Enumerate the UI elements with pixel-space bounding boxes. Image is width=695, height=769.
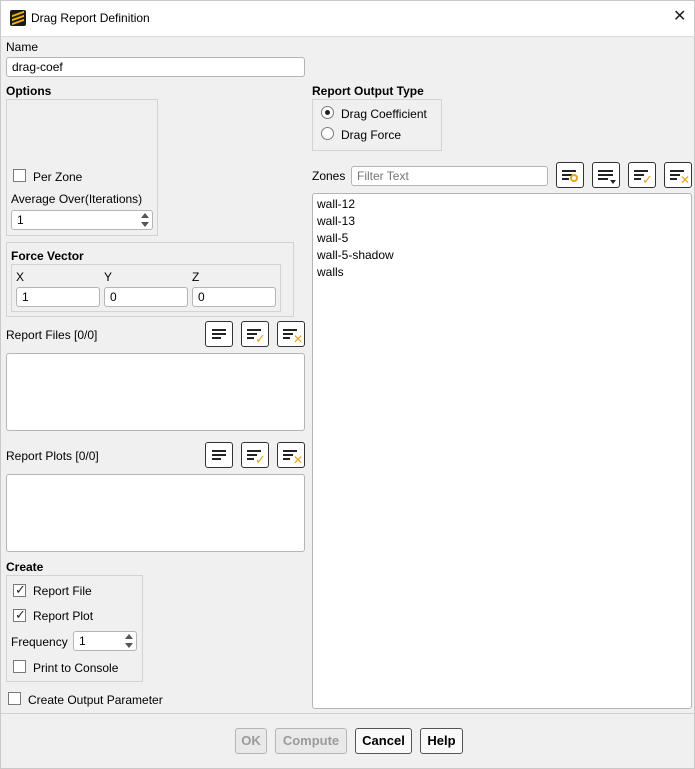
ok-button[interactable]: OK: [235, 728, 267, 754]
report-plot-checkbox[interactable]: [13, 607, 26, 623]
list-check-icon[interactable]: ✓: [241, 321, 269, 347]
create-heading: Create: [6, 560, 44, 574]
list-item[interactable]: wall-5: [317, 230, 348, 247]
create-output-parameter-checkbox[interactable]: [8, 692, 21, 705]
name-input[interactable]: drag-coef: [6, 57, 305, 77]
average-over-input[interactable]: 1: [11, 210, 153, 230]
spin-up-icon[interactable]: [125, 634, 133, 639]
title-bar: Drag Report Definition ✕: [0, 0, 695, 36]
create-output-parameter-label: Create Output Parameter: [28, 693, 163, 707]
per-zone-checkbox[interactable]: [13, 169, 26, 182]
drag-force-radio[interactable]: [321, 127, 334, 140]
spin-down-icon[interactable]: [125, 643, 133, 648]
list-clear-icon[interactable]: ✕: [277, 442, 305, 468]
report-file-checkbox[interactable]: [13, 582, 26, 598]
force-z-label: Z: [192, 270, 200, 284]
force-x-input[interactable]: 1: [16, 287, 100, 307]
window-title: Drag Report Definition: [31, 11, 150, 25]
report-file-label: Report File: [33, 584, 92, 598]
zones-list[interactable]: wall-12 wall-13 wall-5 wall-5-shadow wal…: [312, 193, 692, 709]
zones-check-all-icon[interactable]: ✓: [628, 162, 656, 188]
zones-filter-input[interactable]: [351, 166, 548, 186]
force-vector-heading: Force Vector: [11, 249, 84, 263]
force-y-label: Y: [104, 270, 113, 284]
zones-select-dropdown-icon[interactable]: [592, 162, 620, 188]
report-files-list[interactable]: [6, 353, 305, 431]
spin-up-icon[interactable]: [141, 213, 149, 218]
name-label: Name: [6, 40, 39, 54]
list-select-all-icon[interactable]: [205, 442, 233, 468]
force-y-input[interactable]: 0: [104, 287, 188, 307]
report-output-type-heading: Report Output Type: [312, 84, 424, 98]
per-zone-label: Per Zone: [33, 170, 83, 184]
drag-coefficient-radio[interactable]: [321, 106, 334, 119]
fluent-app-icon: [10, 10, 26, 26]
list-item[interactable]: wall-13: [317, 213, 355, 230]
list-item[interactable]: walls: [317, 264, 344, 281]
report-plots-list[interactable]: [6, 474, 305, 552]
force-z-input[interactable]: 0: [192, 287, 276, 307]
report-files-label: Report Files [0/0]: [6, 328, 98, 342]
options-heading: Options: [6, 84, 52, 98]
divider: [1, 713, 694, 714]
list-clear-icon[interactable]: ✕: [277, 321, 305, 347]
zones-label: Zones: [312, 169, 346, 183]
dialog-body: Name drag-coef Options Per Zone Average …: [0, 36, 695, 769]
zones-clear-icon[interactable]: ✕: [664, 162, 692, 188]
list-item[interactable]: wall-12: [317, 196, 355, 213]
zones-match-icon[interactable]: [556, 162, 584, 188]
drag-force-label: Drag Force: [341, 128, 402, 142]
spin-down-icon[interactable]: [141, 222, 149, 227]
list-check-icon[interactable]: ✓: [241, 442, 269, 468]
print-to-console-label: Print to Console: [33, 661, 119, 675]
list-item[interactable]: wall-5-shadow: [317, 247, 394, 264]
print-to-console-checkbox[interactable]: [13, 660, 26, 673]
help-button[interactable]: Help: [420, 728, 463, 754]
drag-coefficient-label: Drag Coefficient: [341, 107, 427, 121]
force-x-label: X: [16, 270, 25, 284]
list-select-all-icon[interactable]: [205, 321, 233, 347]
report-plots-label: Report Plots [0/0]: [6, 449, 99, 463]
close-icon[interactable]: ✕: [673, 9, 686, 25]
compute-button[interactable]: Compute: [275, 728, 347, 754]
cancel-button[interactable]: Cancel: [355, 728, 412, 754]
average-over-label: Average Over(Iterations): [11, 192, 143, 206]
report-plot-label: Report Plot: [33, 609, 94, 623]
frequency-label: Frequency: [11, 635, 68, 649]
